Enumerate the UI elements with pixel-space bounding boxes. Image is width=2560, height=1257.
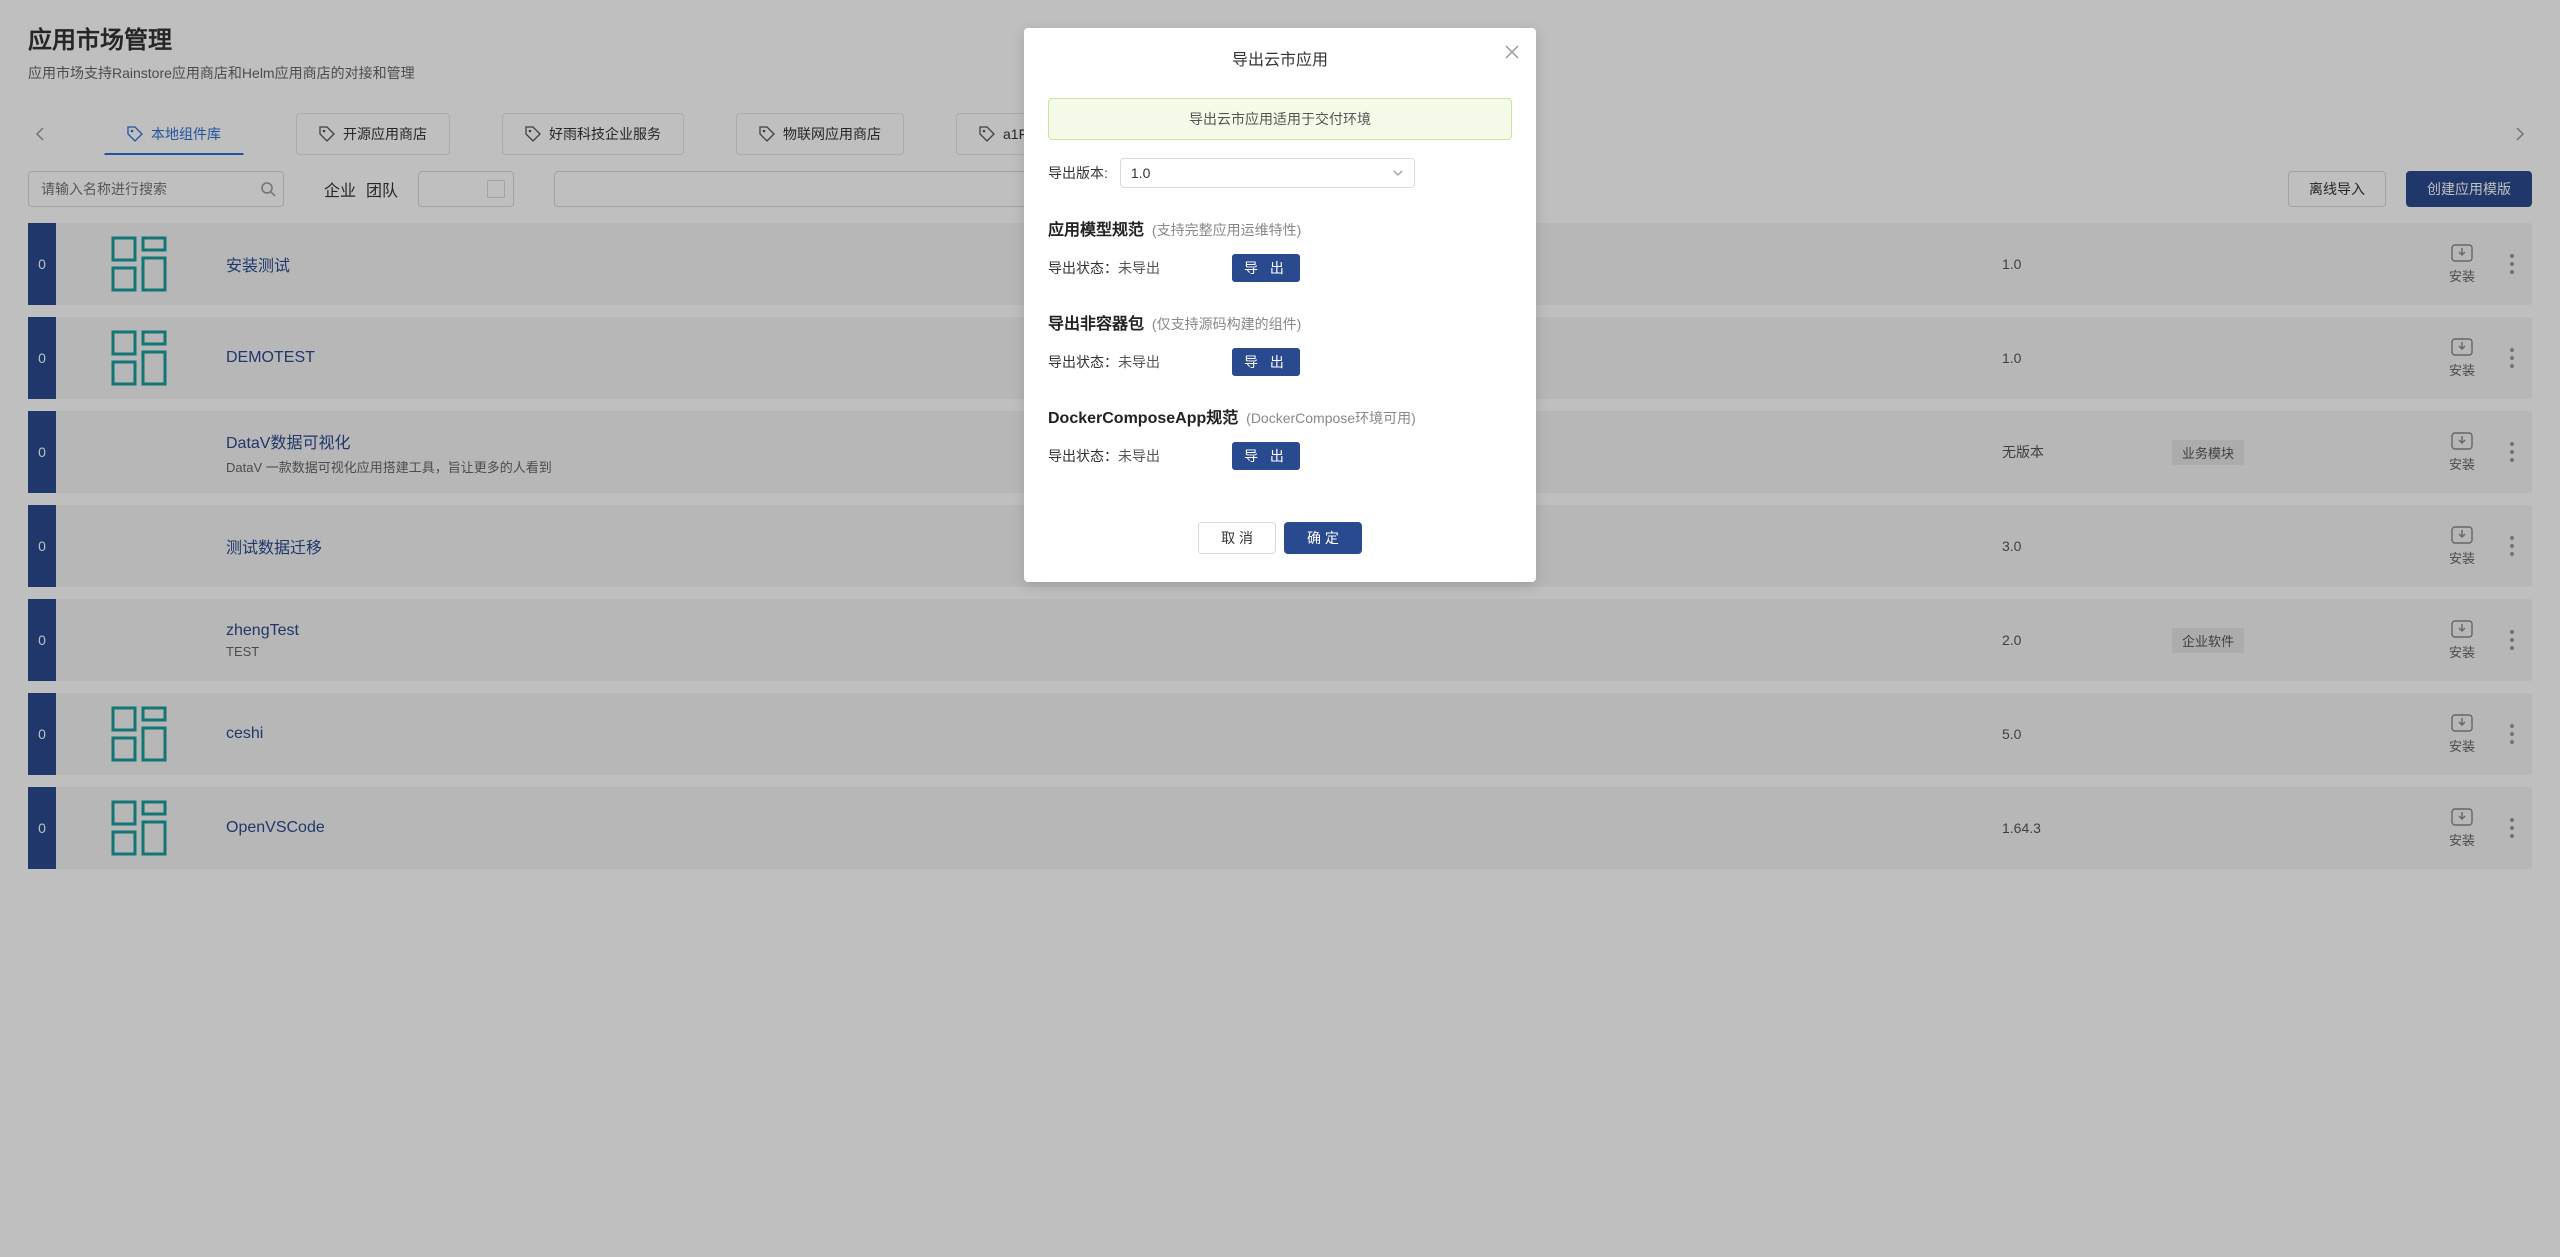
section-hint: (支持完整应用运维特性): [1152, 222, 1301, 238]
section-title: 应用模型规范: [1048, 222, 1144, 239]
info-banner: 导出云市应用适用于交付环境: [1048, 98, 1512, 140]
version-label: 导出版本:: [1048, 163, 1108, 183]
status-label: 导出状态：: [1048, 354, 1118, 370]
status-label: 导出状态：: [1048, 260, 1118, 276]
version-select-value: 1.0: [1131, 165, 1150, 181]
modal-overlay: 导出云市应用 导出云市应用适用于交付环境 导出版本: 1.0 应用模型规范 (支…: [0, 0, 2560, 1257]
version-select[interactable]: 1.0: [1120, 158, 1415, 188]
modal-title: 导出云市应用: [1232, 52, 1328, 69]
status-value: 未导出: [1118, 448, 1160, 464]
export-button[interactable]: 导 出: [1232, 442, 1300, 470]
section-title: 导出非容器包: [1048, 316, 1144, 333]
export-section-2: DockerComposeApp规范 (DockerCompose环境可用) 导…: [1048, 404, 1512, 470]
export-button[interactable]: 导 出: [1232, 348, 1300, 376]
export-button[interactable]: 导 出: [1232, 254, 1300, 282]
chevron-down-icon: [1392, 167, 1404, 179]
section-title: DockerComposeApp规范: [1048, 410, 1238, 427]
status-value: 未导出: [1118, 354, 1160, 370]
status-label: 导出状态：: [1048, 448, 1118, 464]
status-value: 未导出: [1118, 260, 1160, 276]
section-hint: (DockerCompose环境可用): [1246, 410, 1416, 426]
close-icon[interactable]: [1504, 44, 1520, 60]
export-section-1: 导出非容器包 (仅支持源码构建的组件) 导出状态：未导出 导 出: [1048, 310, 1512, 376]
cancel-button[interactable]: 取 消: [1198, 522, 1276, 554]
export-section-0: 应用模型规范 (支持完整应用运维特性) 导出状态：未导出 导 出: [1048, 216, 1512, 282]
section-hint: (仅支持源码构建的组件): [1152, 316, 1301, 332]
confirm-button[interactable]: 确 定: [1284, 522, 1362, 554]
export-modal: 导出云市应用 导出云市应用适用于交付环境 导出版本: 1.0 应用模型规范 (支…: [1024, 28, 1536, 582]
